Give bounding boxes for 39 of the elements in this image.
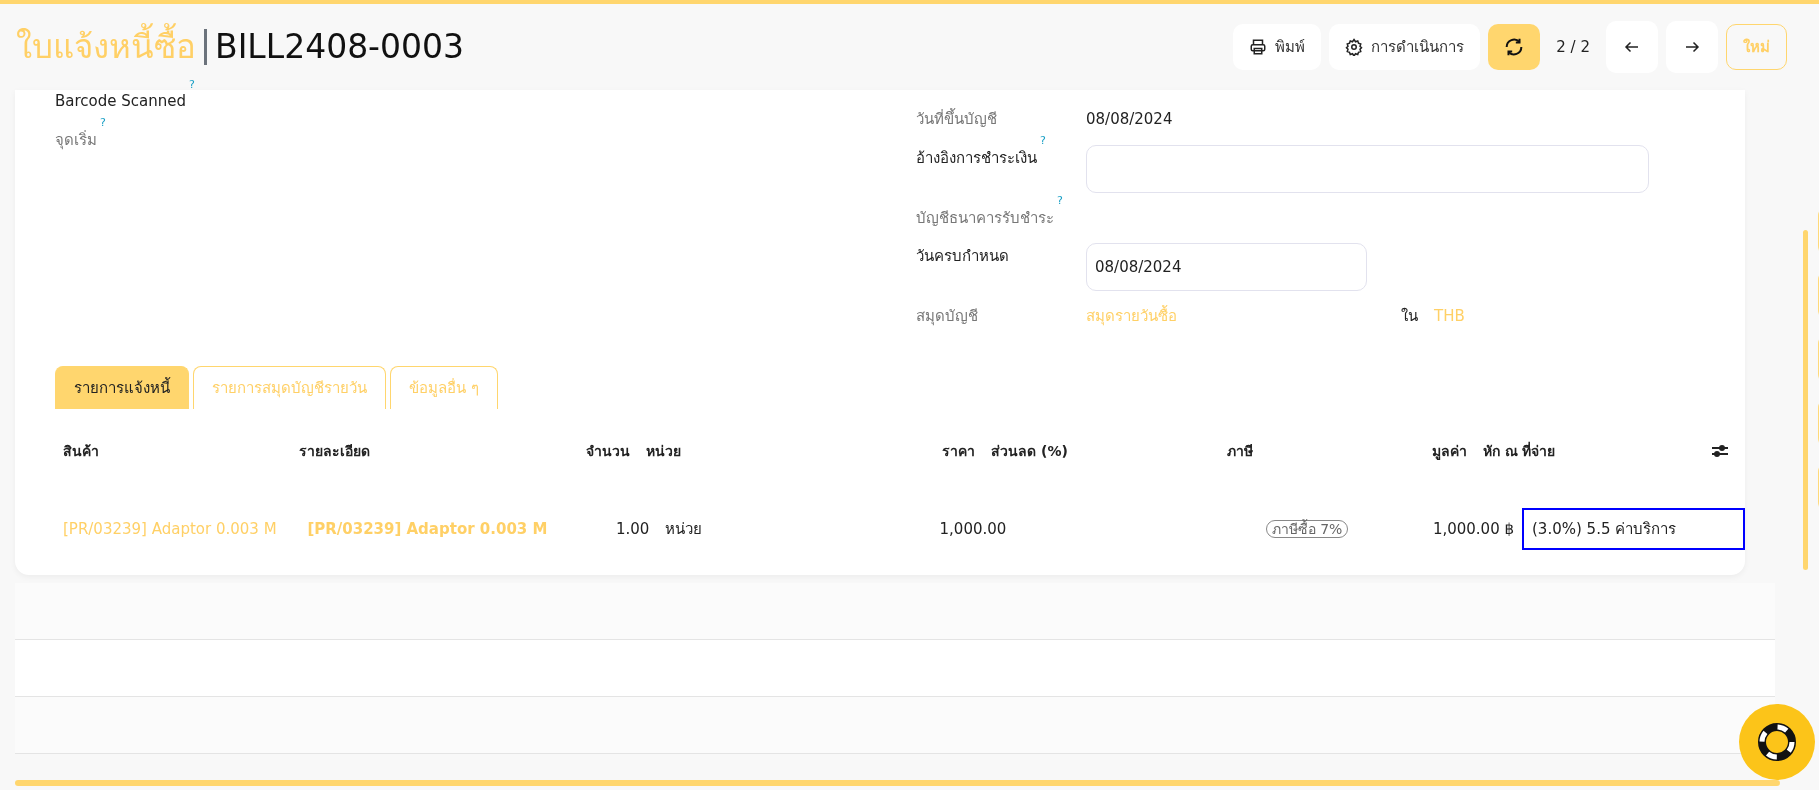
print-button[interactable]: พิมพ์ [1233, 24, 1322, 70]
text-field[interactable] [1086, 144, 1649, 193]
table-cell: 1,000.00 [939, 519, 1007, 538]
previous-button[interactable] [1606, 21, 1658, 73]
table-cell: หน่วย [665, 519, 703, 538]
help-icon[interactable]: ? [100, 116, 106, 129]
next-button[interactable] [1666, 21, 1718, 73]
field-label: วันครบกำหนด [916, 246, 1010, 267]
refresh-button[interactable] [1488, 24, 1541, 70]
settings-icon [1345, 38, 1364, 56]
field-value: 08/08/2024 [1086, 109, 1173, 130]
column-header: ภาษี [1225, 441, 1254, 461]
form-tab[interactable]: รายการแจ้งหนี้ [55, 365, 189, 409]
column-header: รายละเอียด [298, 441, 372, 461]
table-cell: 1,000.00 ฿ [1432, 519, 1514, 538]
actions-button[interactable]: การดำเนินการ [1329, 24, 1481, 70]
column-header: ราคา [941, 441, 977, 461]
record-title: BILL2408-0003 [215, 26, 464, 69]
help-icon[interactable]: ? [1057, 194, 1063, 207]
column-header: มูลค่า [1430, 441, 1468, 462]
help-icon[interactable]: ? [1040, 134, 1046, 147]
column-header: สินค้า [62, 441, 100, 461]
date-field[interactable]: 08/08/2024 [1086, 243, 1367, 291]
column-header: ส่วนลด (%) [990, 441, 1069, 461]
help-icon[interactable]: ? [189, 77, 195, 91]
field-label: วันที่ขึ้นบัญชี [916, 108, 998, 130]
printer-icon [1249, 38, 1268, 56]
title-divider [204, 29, 207, 65]
table-cell[interactable]: (3.0%) 5.5 ค่าบริการ [1522, 507, 1745, 551]
column-header: จำนวน [584, 441, 631, 461]
pager-counter: 2 / 2 [1555, 36, 1591, 58]
currency-prefix: ใน [1401, 306, 1418, 327]
column-header: หน่วย [644, 441, 682, 461]
table-cell: 1.00 [615, 519, 650, 538]
field-label: สมุดบัญชี [916, 306, 979, 328]
lifebuoy-icon [1757, 722, 1797, 762]
description-cell: [PR/03239] Adaptor 0.003 M [307, 519, 548, 538]
scrollbar[interactable] [1803, 230, 1808, 570]
column-header: หัก ณ ที่จ่าย [1481, 440, 1557, 461]
